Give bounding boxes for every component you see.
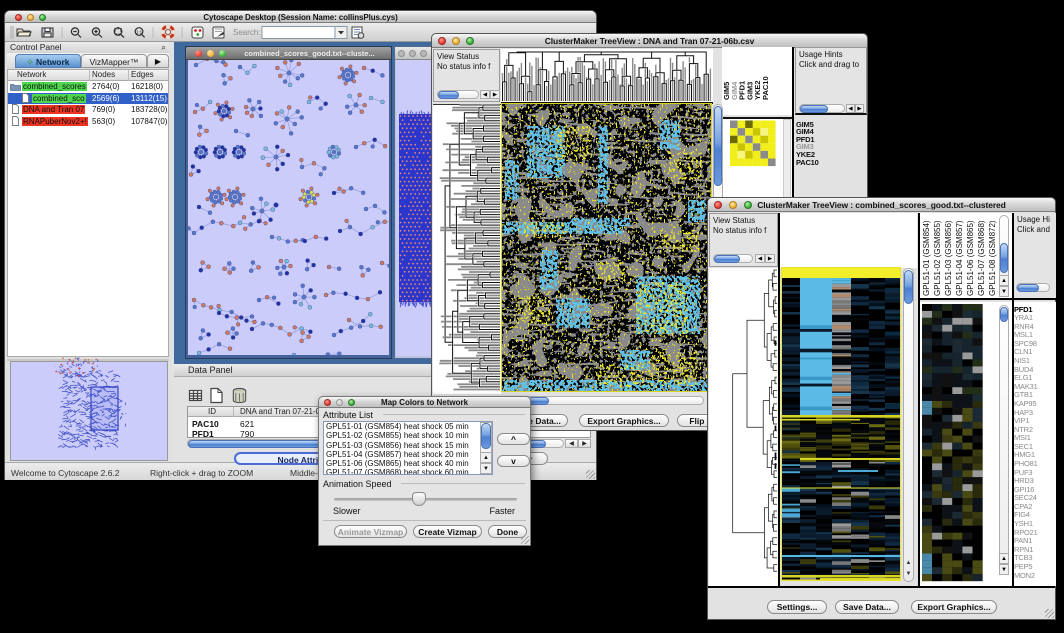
svg-text:Search:: Search: [233, 28, 261, 37]
svg-text:1:1: 1:1 [136, 29, 143, 34]
